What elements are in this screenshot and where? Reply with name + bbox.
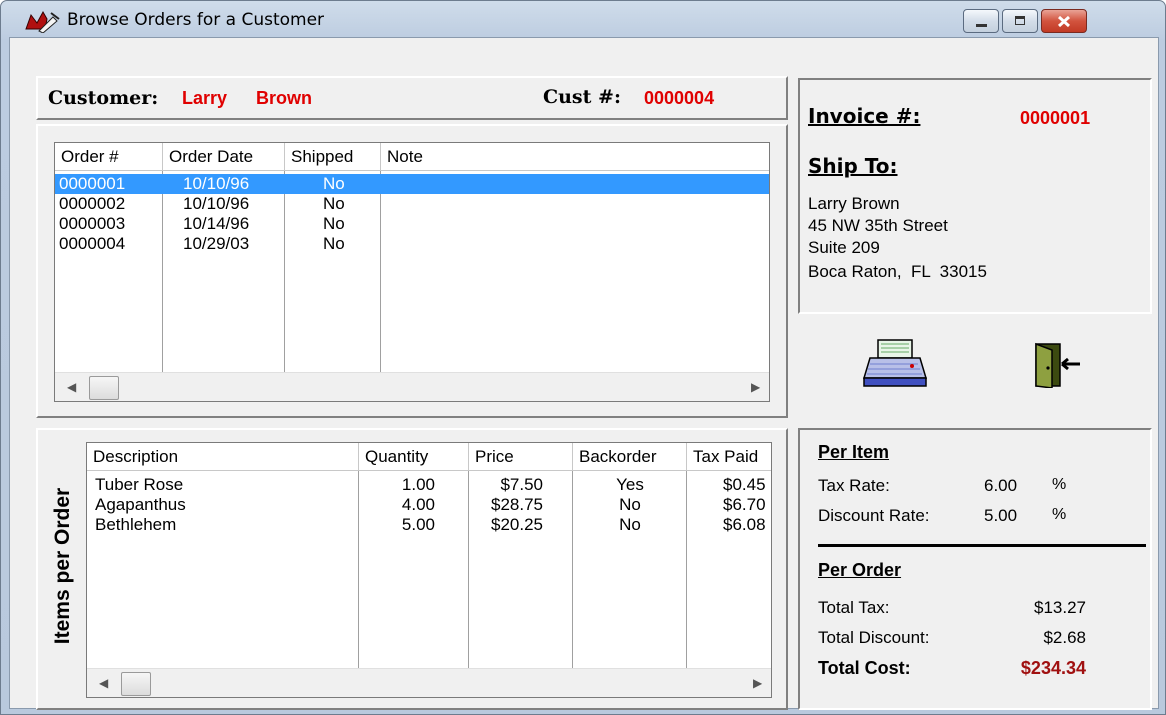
- item-description: Agapanthus: [95, 495, 186, 514]
- order-date: 10/10/96: [183, 194, 250, 213]
- total-tax-label: Total Tax:: [818, 598, 890, 617]
- discount-rate-value: 5.00: [984, 506, 1018, 525]
- orders-col-divider: [284, 171, 285, 373]
- per-item-label: Per Item: [818, 442, 890, 462]
- invoice-panel: Invoice #: 0000001 Ship To: Larry Brown …: [798, 78, 1152, 314]
- item-backorder: No: [619, 495, 641, 514]
- orders-list[interactable]: Order # Order Date Shipped Note 0000001 …: [54, 142, 770, 402]
- maximize-button[interactable]: [1002, 9, 1038, 33]
- total-tax-value: $13.27: [1034, 598, 1086, 617]
- item-price: $28.75: [491, 495, 543, 514]
- client-area: Customer: Larry Brown Cust #: 0000004 Or…: [9, 37, 1159, 710]
- ship-address-line: Suite 209: [808, 238, 880, 257]
- customer-label: Customer:: [48, 87, 159, 109]
- items-hscrollbar[interactable]: ◀ ▶: [87, 668, 771, 697]
- item-backorder: Yes: [616, 475, 644, 494]
- items-list[interactable]: Description Quantity Price Backorder Tax…: [86, 442, 772, 698]
- cust-num-label: Cust #:: [543, 86, 621, 108]
- scroll-thumb[interactable]: [89, 376, 119, 400]
- discount-rate-unit: %: [1052, 506, 1067, 523]
- customer-header: Customer: Larry Brown Cust #: 0000004: [36, 76, 788, 120]
- order-date: 10/14/96: [183, 214, 250, 233]
- order-shipped: No: [323, 194, 345, 213]
- item-quantity: 4.00: [401, 495, 435, 514]
- order-shipped: No: [323, 234, 345, 253]
- invoice-number: 0000001: [1020, 108, 1091, 128]
- items-col-backorder[interactable]: Backorder: [573, 443, 687, 471]
- window-title: Browse Orders for a Customer: [67, 10, 325, 30]
- total-cost-label: Total Cost:: [818, 658, 911, 678]
- scroll-thumb[interactable]: [121, 672, 151, 696]
- minimize-button[interactable]: [963, 9, 999, 33]
- item-price: $7.50: [500, 475, 543, 494]
- customer-last-name: Brown: [256, 88, 312, 108]
- totals-panel: Per Item Tax Rate: 6.00 % Discount Rate:…: [798, 428, 1152, 710]
- items-col-price[interactable]: Price: [469, 443, 573, 471]
- tax-rate-unit: %: [1052, 476, 1067, 493]
- orders-app-icon: [25, 10, 60, 33]
- scroll-left-icon[interactable]: ◀: [99, 676, 108, 690]
- item-quantity: 1.00: [401, 475, 435, 494]
- item-price: $20.25: [491, 515, 543, 534]
- total-cost-value: $234.34: [1020, 658, 1086, 678]
- orders-col-shipped[interactable]: Shipped: [285, 143, 381, 171]
- scroll-left-icon[interactable]: ◀: [67, 380, 76, 394]
- ship-address-line: Larry Brown: [808, 194, 900, 213]
- ship-to-label: Ship To:: [808, 154, 898, 178]
- item-backorder: No: [619, 515, 641, 534]
- close-button[interactable]: [1041, 9, 1087, 33]
- order-num: 0000002: [59, 194, 126, 213]
- cust-num-value: 0000004: [644, 88, 715, 108]
- total-discount-label: Total Discount:: [818, 628, 930, 647]
- orders-col-divider: [162, 171, 163, 373]
- orders-col-order-num[interactable]: Order #: [55, 143, 163, 171]
- orders-hscrollbar[interactable]: ◀ ▶: [55, 372, 769, 401]
- tax-rate-value: 6.00: [984, 476, 1018, 495]
- orders-col-divider: [380, 171, 381, 373]
- exit-door-icon[interactable]: [1032, 342, 1084, 388]
- item-tax-paid: $6.70: [723, 495, 766, 514]
- maximize-icon: [1015, 16, 1025, 25]
- scroll-right-icon[interactable]: ▶: [753, 676, 762, 690]
- section-divider: [818, 544, 1146, 547]
- orders-row-selected[interactable]: [55, 174, 769, 194]
- customer-first-name: Larry: [182, 88, 228, 108]
- tax-rate-label: Tax Rate:: [818, 476, 890, 495]
- ship-address-line: Boca Raton, FL 33015: [808, 262, 987, 281]
- item-description: Tuber Rose: [95, 475, 184, 494]
- close-icon: [1057, 15, 1071, 28]
- app-window: Browse Orders for a Customer Customer: L…: [0, 0, 1166, 715]
- order-num: 0000004: [59, 234, 126, 253]
- total-discount-value: $2.68: [1043, 628, 1086, 647]
- order-shipped: No: [323, 214, 345, 233]
- invoice-label: Invoice #:: [808, 104, 921, 128]
- item-tax-paid: $6.08: [723, 515, 766, 534]
- order-date: 10/29/03: [183, 234, 250, 253]
- title-bar[interactable]: Browse Orders for a Customer: [1, 1, 1165, 37]
- printer-icon[interactable]: [862, 338, 928, 388]
- scroll-right-icon[interactable]: ▶: [751, 380, 760, 394]
- order-shipped: No: [323, 174, 345, 193]
- items-side-label: Items per Order: [51, 487, 74, 645]
- items-col-tax-paid[interactable]: Tax Paid: [687, 443, 771, 471]
- items-col-quantity[interactable]: Quantity: [359, 443, 469, 471]
- item-description: Bethlehem: [95, 515, 177, 534]
- items-col-description[interactable]: Description: [87, 443, 359, 471]
- item-quantity: 5.00: [401, 515, 435, 534]
- item-tax-paid: $0.45: [723, 475, 766, 494]
- discount-rate-label: Discount Rate:: [818, 506, 930, 525]
- minimize-icon: [976, 24, 987, 27]
- order-num: 0000001: [59, 174, 126, 193]
- ship-address-line: 45 NW 35th Street: [808, 216, 948, 235]
- items-panel: Items per Order Description Quantity Pri…: [36, 428, 788, 710]
- orders-panel: Order # Order Date Shipped Note 0000001 …: [36, 124, 788, 418]
- orders-col-note[interactable]: Note: [381, 143, 769, 171]
- order-date: 10/10/96: [183, 174, 250, 193]
- orders-col-order-date[interactable]: Order Date: [163, 143, 285, 171]
- order-num: 0000003: [59, 214, 126, 233]
- per-order-label: Per Order: [818, 560, 902, 580]
